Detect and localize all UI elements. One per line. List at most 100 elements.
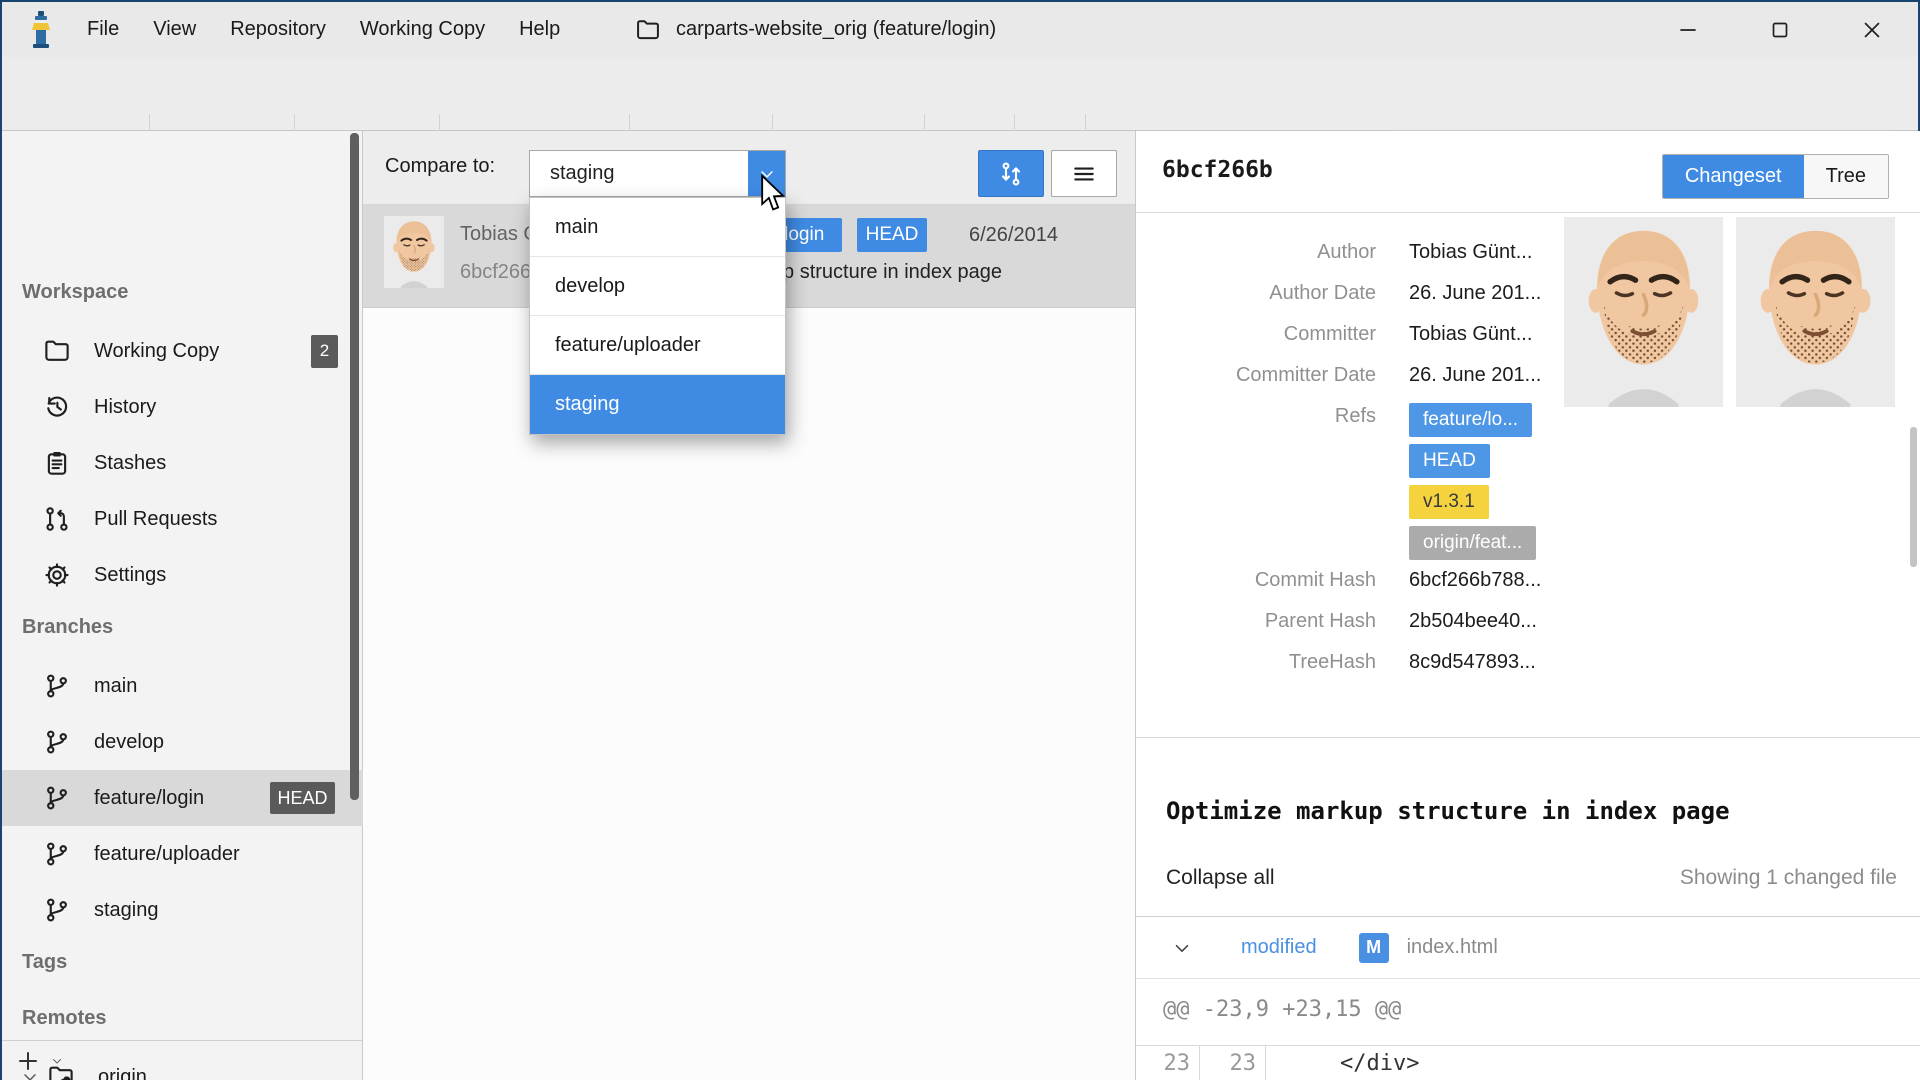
sidebar-item-stashes[interactable]: Stashes xyxy=(2,435,363,491)
hamburger-icon xyxy=(1071,161,1097,187)
details-commit-hash-title: 6bcf266b xyxy=(1162,157,1273,183)
sidebar-item-working-copy[interactable]: Working Copy 2 xyxy=(2,323,363,379)
committer-avatar-large xyxy=(1736,217,1895,407)
file-name: index.html xyxy=(1407,936,1498,959)
collapse-all-link[interactable]: Collapse all xyxy=(1166,866,1275,890)
author-date-value: 26. June 201... xyxy=(1409,280,1541,305)
commit-hash-label: Commit Hash xyxy=(1153,567,1376,592)
compare-branches-button[interactable] xyxy=(978,150,1044,197)
sidebar-footer xyxy=(2,1040,362,1080)
minimize-button[interactable] xyxy=(1642,2,1734,57)
compare-select-value: staging xyxy=(550,162,615,185)
changed-file-row[interactable]: modified M index.html xyxy=(1136,916,1920,979)
file-status-text: modified xyxy=(1241,936,1317,959)
history-icon xyxy=(42,392,72,422)
view-toggle: Changeset Tree xyxy=(1662,154,1889,199)
sidebar: Workspace Working Copy 2 History Stashes… xyxy=(2,131,363,1080)
menu-repository[interactable]: Repository xyxy=(213,2,343,57)
ref-badge-origin: origin/feat... xyxy=(1409,526,1536,560)
author-date-label: Author Date xyxy=(1153,280,1376,305)
folder-icon xyxy=(42,336,72,366)
diff-code: </div> xyxy=(1266,1046,1419,1080)
tree-hash-label: TreeHash xyxy=(1153,649,1376,674)
close-button[interactable] xyxy=(1826,2,1918,57)
committer-date-label: Committer Date xyxy=(1153,362,1376,387)
branch-icon xyxy=(42,839,72,869)
sidebar-item-history[interactable]: History xyxy=(2,379,363,435)
sidebar-branch-main[interactable]: main xyxy=(2,658,363,714)
list-options-button[interactable] xyxy=(1051,150,1117,197)
compare-branch-dropdown: main develop feature/uploader staging xyxy=(529,197,786,435)
sidebar-branch-develop[interactable]: develop xyxy=(2,714,363,770)
branches-section-header: Branches xyxy=(22,616,113,639)
tree-tab[interactable]: Tree xyxy=(1804,155,1888,198)
ref-badge-head: HEAD xyxy=(1409,444,1490,478)
author-label: Author xyxy=(1153,239,1376,264)
parent-hash-label: Parent Hash xyxy=(1153,608,1376,633)
titlebar: File View Repository Working Copy Help c… xyxy=(2,2,1918,57)
commit-hash-value: 6bcf266b788... xyxy=(1409,567,1541,592)
sidebar-item-pull-requests[interactable]: Pull Requests xyxy=(2,491,363,547)
branch-icon xyxy=(42,727,72,757)
tags-section-header: Tags xyxy=(22,951,67,974)
menu-help[interactable]: Help xyxy=(502,2,577,57)
branch-icon xyxy=(42,671,72,701)
details-scrollbar[interactable] xyxy=(1910,427,1917,567)
dropdown-option-staging[interactable]: staging xyxy=(530,375,785,434)
chevron-down-icon[interactable] xyxy=(1171,937,1193,959)
sidebar-item-settings[interactable]: Settings xyxy=(2,547,363,603)
details-header: 6bcf266b Changeset Tree xyxy=(1136,131,1920,213)
refs-badges: feature/lo... HEAD v1.3.1 origin/feat... xyxy=(1409,403,1536,560)
diff-new-line-number: 23 xyxy=(1200,1046,1266,1080)
add-icon[interactable] xyxy=(16,1049,40,1073)
working-copy-count-badge: 2 xyxy=(311,335,338,368)
divider xyxy=(1136,737,1920,738)
sidebar-branch-staging[interactable]: staging xyxy=(2,882,363,938)
menu-working-copy[interactable]: Working Copy xyxy=(343,2,502,57)
menubar: File View Repository Working Copy Help xyxy=(70,2,577,57)
remotes-section-header: Remotes xyxy=(22,1007,106,1030)
maximize-button[interactable] xyxy=(1734,2,1826,57)
menu-file[interactable]: File xyxy=(70,2,136,57)
window-title: carparts-website_orig (feature/login) xyxy=(634,2,996,57)
sidebar-branch-feature-uploader[interactable]: feature/uploader xyxy=(2,826,363,882)
tree-hash-value: 8c9d547893... xyxy=(1409,649,1536,674)
stash-icon xyxy=(42,448,72,478)
toolbar xyxy=(2,57,1918,131)
ref-badge-tag: v1.3.1 xyxy=(1409,485,1489,519)
folder-icon xyxy=(634,16,662,44)
chevron-down-icon[interactable] xyxy=(50,1054,64,1068)
gear-icon xyxy=(42,560,72,590)
commit-head-badge: HEAD xyxy=(857,218,927,252)
dropdown-option-develop[interactable]: develop xyxy=(530,257,785,316)
window-title-text: carparts-website_orig (feature/login) xyxy=(676,18,996,41)
compare-branch-select[interactable]: staging xyxy=(529,150,786,197)
diff-hunk-header: @@ -23,9 +23,15 @@ xyxy=(1163,997,1401,1022)
compare-to-label: Compare to: xyxy=(385,155,495,178)
ref-badge-feature-login: feature/lo... xyxy=(1409,403,1532,437)
author-avatar-large xyxy=(1564,217,1723,407)
parent-hash-value: 2b504bee40... xyxy=(1409,608,1537,633)
mouse-cursor xyxy=(757,174,791,214)
committer-value: Tobias Günt... xyxy=(1409,321,1532,346)
sidebar-branch-feature-login[interactable]: feature/login HEAD xyxy=(2,770,363,826)
workspace-section-header: Workspace xyxy=(22,281,128,304)
author-value: Tobias Günt... xyxy=(1409,239,1532,264)
file-status-badge: M xyxy=(1359,933,1389,963)
compare-bar: Compare to: staging xyxy=(363,131,1135,205)
diff-line: 23 23 </div> xyxy=(1136,1045,1920,1080)
commit-message-full: Optimize markup structure in index page xyxy=(1166,797,1730,825)
compare-icon xyxy=(996,159,1026,189)
sidebar-scrollbar[interactable] xyxy=(350,133,359,800)
head-badge: HEAD xyxy=(270,782,335,814)
pull-request-icon xyxy=(42,504,72,534)
changeset-tab[interactable]: Changeset xyxy=(1663,155,1804,198)
refs-label: Refs xyxy=(1153,403,1376,428)
menu-view[interactable]: View xyxy=(136,2,213,57)
branch-icon xyxy=(42,783,72,813)
commit-date: 6/26/2014 xyxy=(969,224,1058,247)
committer-label: Committer xyxy=(1153,321,1376,346)
dropdown-option-main[interactable]: main xyxy=(530,198,785,257)
dropdown-option-feature-uploader[interactable]: feature/uploader xyxy=(530,316,785,375)
diff-old-line-number: 23 xyxy=(1136,1046,1200,1080)
